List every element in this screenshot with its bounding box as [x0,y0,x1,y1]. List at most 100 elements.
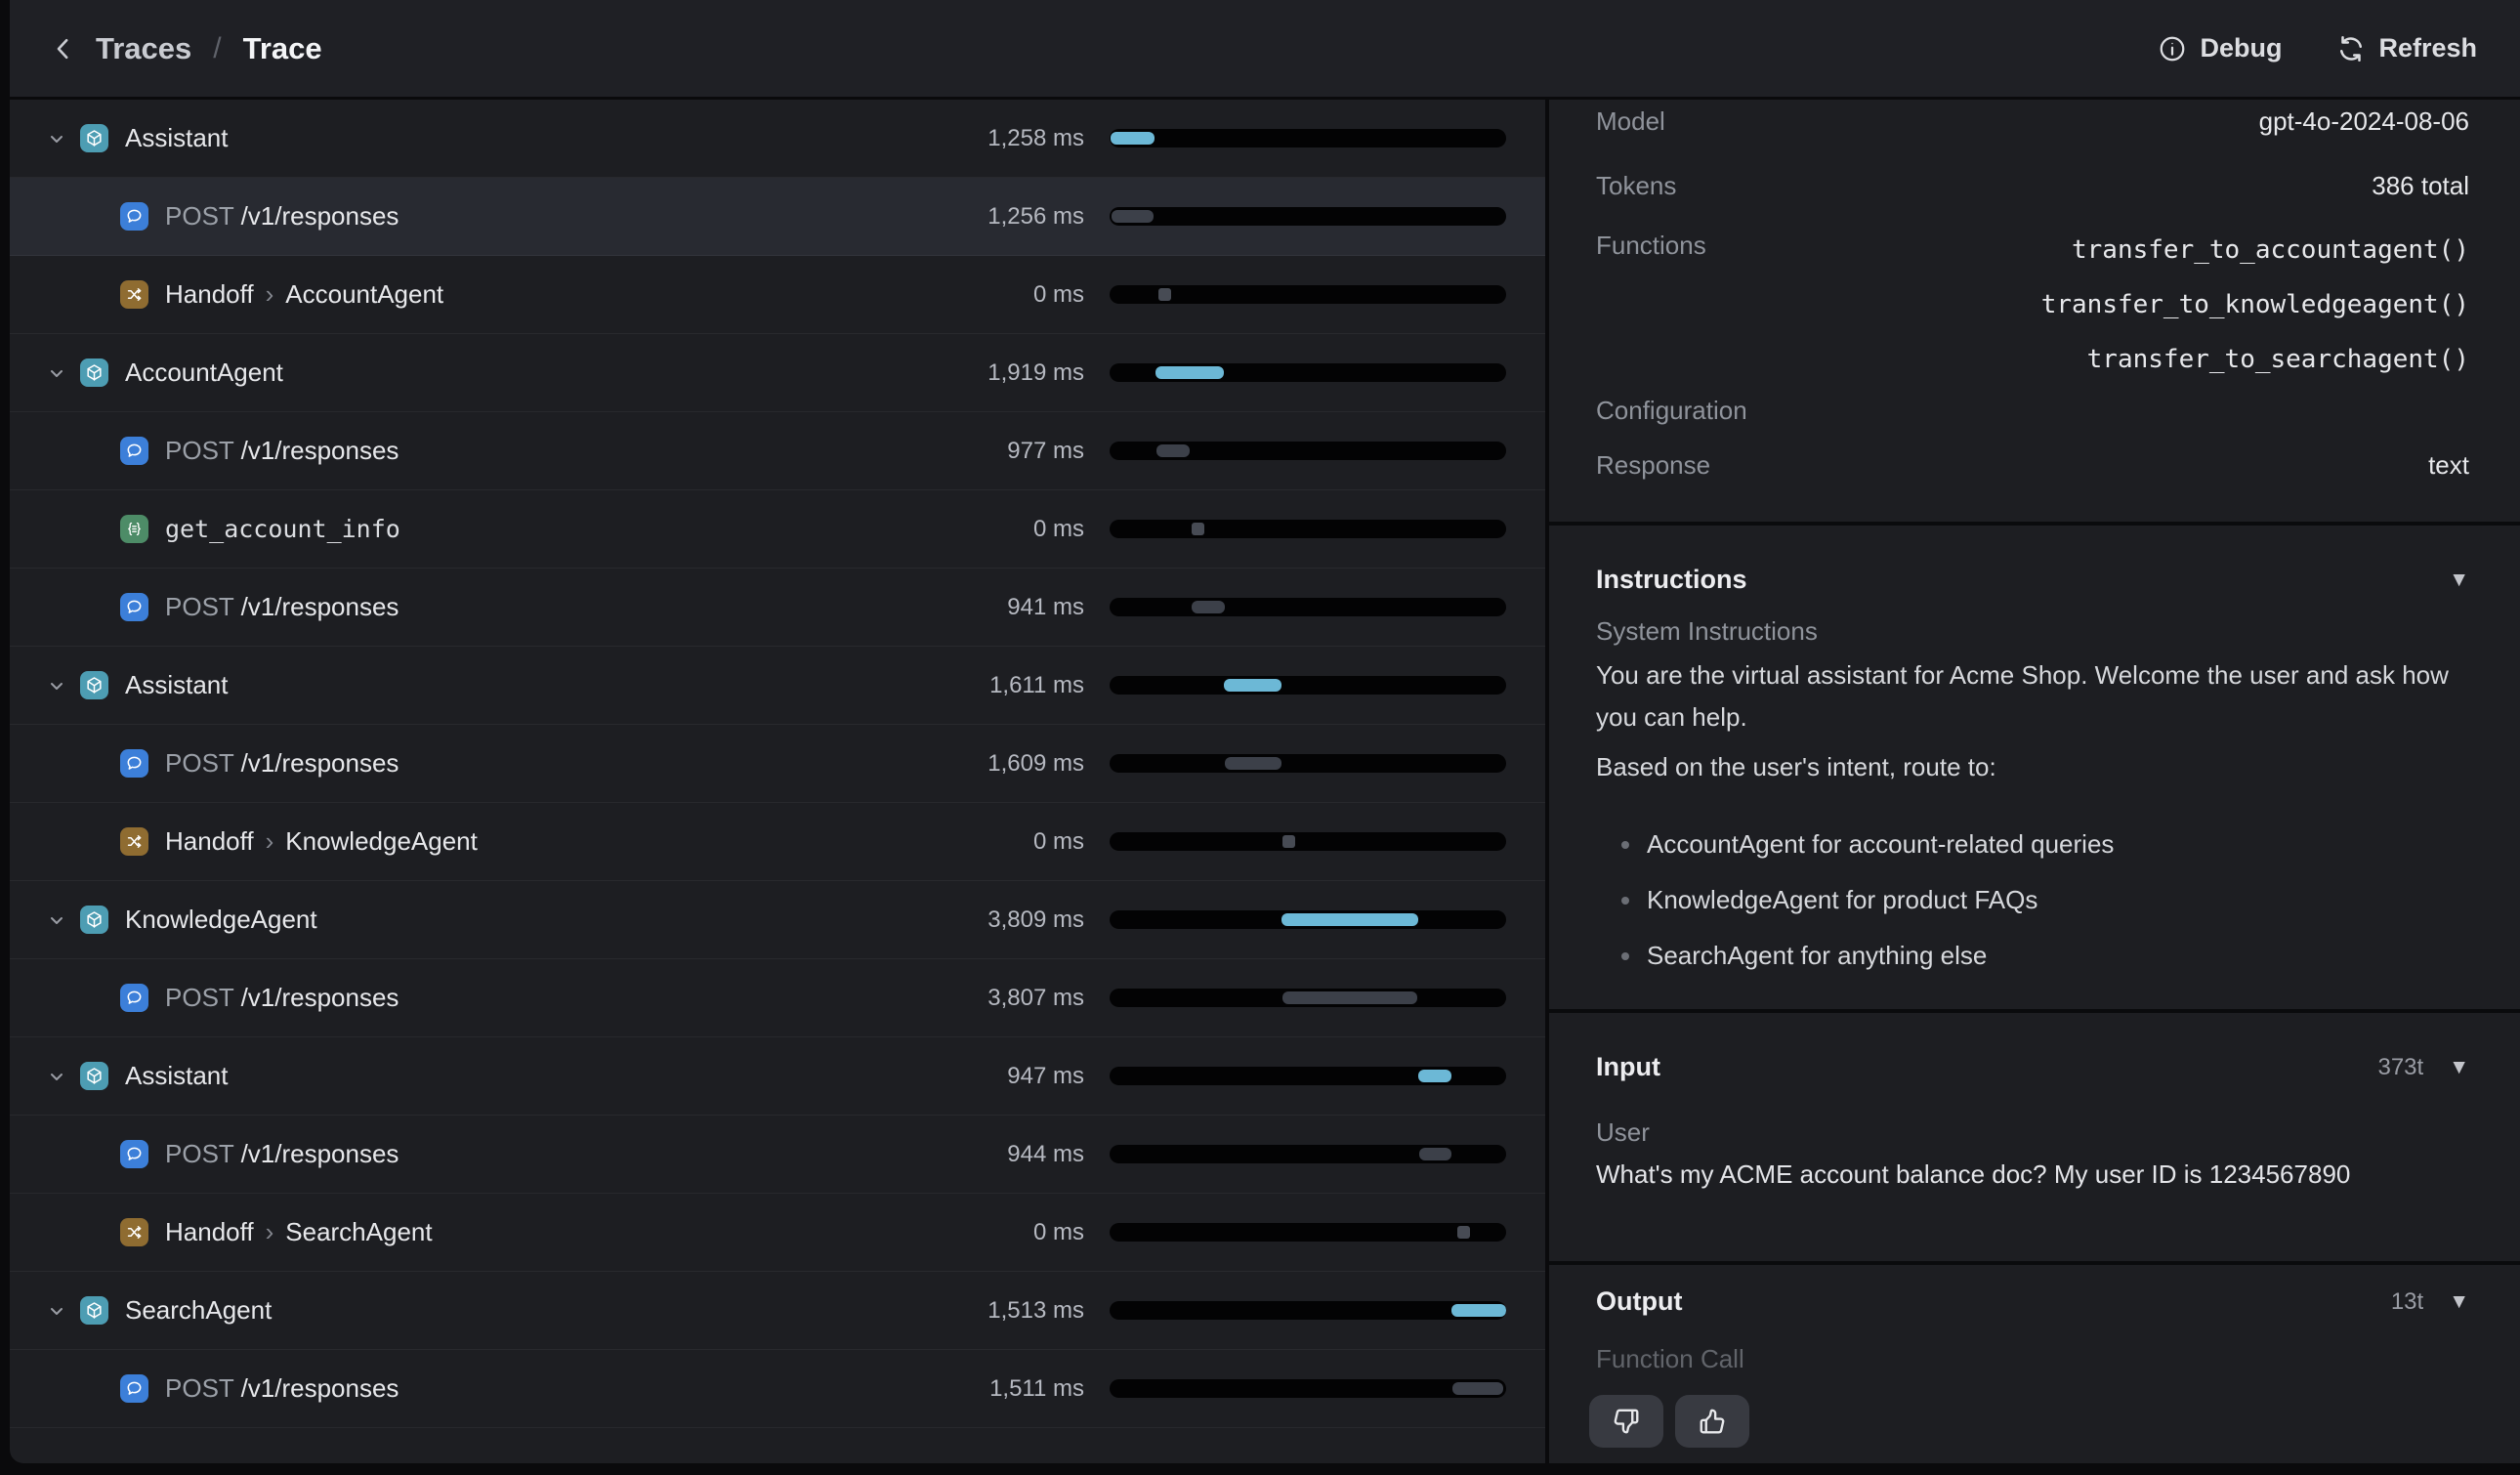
handoff-span-icon [120,280,148,309]
input-user-message: What's my ACME account balance doc? My u… [1596,1154,2469,1196]
timeline-segment [1158,288,1171,301]
chat-bubble-icon [125,442,144,460]
trace-row-http-request[interactable]: POST /v1/responses1,511 ms [10,1350,1545,1428]
breadcrumb-separator: / [209,32,225,65]
trace-row-http-request[interactable]: POST /v1/responses941 ms [10,569,1545,647]
thumbs-up-button[interactable] [1675,1395,1749,1448]
chevron-down-icon[interactable] [45,1065,68,1088]
span-duration: 1,256 ms [938,203,1084,231]
timeline-segment [1156,444,1191,457]
span-duration: 0 ms [938,1219,1084,1246]
trace-row-accountagent[interactable]: AccountAgent1,919 ms [10,334,1545,412]
property-key: Response [1596,450,1710,481]
row-label-area: Handoff›KnowledgeAgent [10,803,938,880]
span-name: Assistant [125,123,229,153]
span-name: Handoff›SearchAgent [165,1217,433,1247]
bullet-dot [1621,841,1629,849]
chevron-down-icon[interactable] [45,1299,68,1323]
http-path: /v1/responses [241,201,399,231]
chevron-down-icon[interactable] [45,908,68,932]
instruction-bullet: KnowledgeAgent for product FAQs [1596,879,2469,921]
bullet-text: AccountAgent for account-related queries [1647,829,2114,860]
agent-cube-icon [85,676,104,695]
chevron-down-icon[interactable] [45,127,68,150]
trace-row-http-request[interactable]: POST /v1/responses977 ms [10,412,1545,490]
chevron-down-icon[interactable] [45,361,68,385]
trace-row-assistant[interactable]: Assistant1,258 ms [10,100,1545,178]
trace-row-assistant[interactable]: Assistant1,611 ms [10,647,1545,725]
trace-row-get_account_info[interactable]: get_account_info0 ms [10,490,1545,569]
debug-button[interactable]: Debug [2158,33,2282,63]
span-name: POST /v1/responses [165,748,399,779]
back-button[interactable] [49,34,78,63]
timeline-track [1110,363,1506,382]
span-duration: 1,609 ms [938,750,1084,778]
trace-row-searchagent[interactable]: SearchAgent1,513 ms [10,1272,1545,1350]
timeline-track [1110,285,1506,304]
property-row-configuration: Configuration [1596,393,2469,428]
trace-row-knowledgeagent[interactable]: KnowledgeAgent3,809 ms [10,881,1545,959]
breadcrumb-traces-link[interactable]: Traces [96,31,191,66]
timeline-track [1110,1223,1506,1242]
input-token-count: 373t [2377,1054,2423,1081]
feedback-buttons [1589,1395,1749,1448]
agent-span-icon [80,906,108,934]
trace-row-assistant[interactable]: Assistant947 ms [10,1037,1545,1116]
span-name: POST /v1/responses [165,983,399,1013]
trace-row-http-request[interactable]: POST /v1/responses944 ms [10,1116,1545,1194]
http-method: POST [165,436,233,465]
agent-cube-icon [85,363,104,382]
trace-row-http-request[interactable]: POST /v1/responses 1,609 ms [10,725,1545,803]
refresh-button[interactable]: Refresh [2336,33,2477,63]
chat-bubble-icon [125,989,144,1007]
trace-row-http-request[interactable]: POST /v1/responses3,807 ms [10,959,1545,1037]
span-name: KnowledgeAgent [125,905,317,935]
output-token-count: 13t [2391,1288,2423,1316]
row-label-area: POST /v1/responses [10,1350,938,1427]
timeline-segment [1451,1304,1506,1317]
timeline-track [1110,676,1506,695]
timeline-segment [1192,523,1204,535]
span-duration: 941 ms [938,594,1084,621]
chevron-left-icon [49,34,78,63]
thumbs-down-button[interactable] [1589,1395,1663,1448]
http-path: /v1/responses [241,1373,399,1403]
http-path: /v1/responses [241,983,399,1012]
debug-button-label: Debug [2200,33,2282,63]
chevron-down-icon[interactable] [45,674,68,697]
timeline-track [1110,1301,1506,1320]
row-label-area: POST /v1/responses [10,569,938,646]
instructions-title: Instructions [1596,565,1747,595]
row-label-area: get_account_info [10,490,938,568]
bullet-text: KnowledgeAgent for product FAQs [1647,885,2037,915]
chevron-right-icon: › [254,279,286,309]
property-key: Model [1596,106,1665,137]
trace-row-handoff[interactable]: Handoff›KnowledgeAgent0 ms [10,803,1545,881]
function-span-icon [120,515,148,543]
property-value: text [2428,450,2469,481]
instructions-paragraph-2: Based on the user's intent, route to: [1596,746,2469,788]
http-span-icon [120,1374,148,1403]
handoff-label: Handoff [165,279,254,309]
triangle-down-icon[interactable]: ▼ [2449,1056,2469,1079]
system-instructions-label: System Instructions [1596,616,2469,647]
output-title: Output [1596,1286,1682,1317]
chat-bubble-icon [125,754,144,773]
row-label-area: Assistant [10,647,938,724]
span-duration: 1,513 ms [938,1297,1084,1325]
property-value: gpt-4o-2024-08-06 [2259,106,2469,137]
triangle-down-icon[interactable]: ▼ [2449,569,2469,592]
row-label-area: KnowledgeAgent [10,881,938,958]
trace-row-handoff[interactable]: Handoff›AccountAgent0 ms [10,256,1545,334]
timeline-segment [1192,601,1225,613]
row-label-area: Assistant [10,100,938,177]
trace-row-handoff[interactable]: Handoff›SearchAgent 0 ms [10,1194,1545,1272]
triangle-down-icon[interactable]: ▼ [2449,1290,2469,1314]
http-method: POST [165,983,233,1012]
chevron-right-icon: › [254,1217,286,1246]
row-label-area: Assistant [10,1037,938,1115]
timeline-track [1110,598,1506,616]
timeline-segment [1457,1226,1470,1239]
trace-row-http-request[interactable]: POST /v1/responses1,256 ms [10,178,1545,256]
http-span-icon [120,202,148,231]
